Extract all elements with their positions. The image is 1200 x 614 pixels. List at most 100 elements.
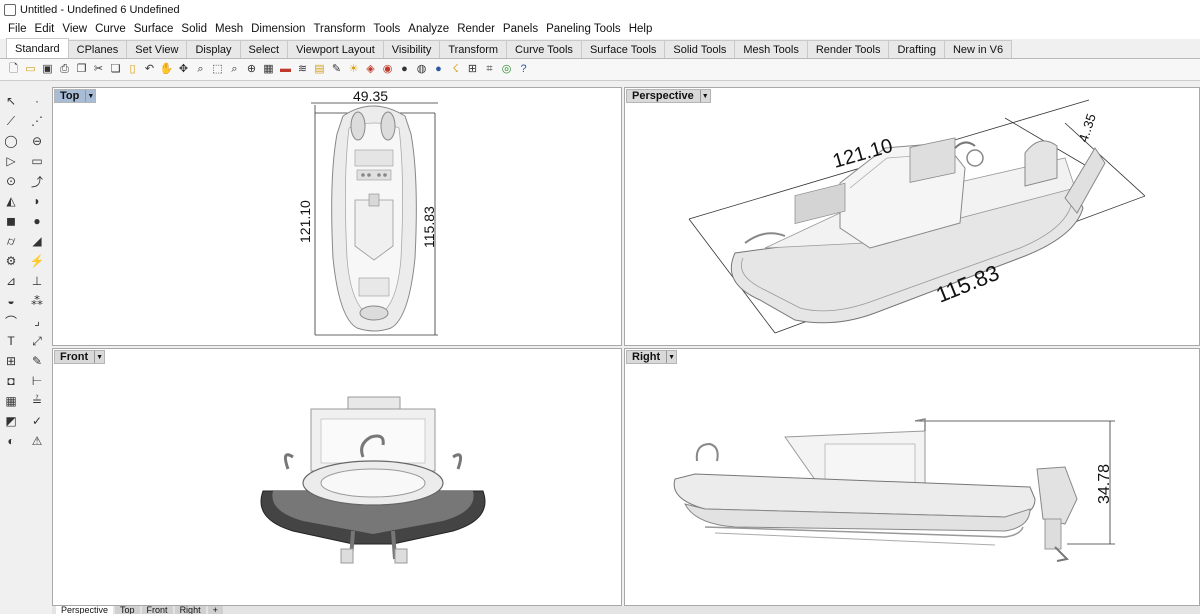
grid-icon[interactable]: ▦ [261,62,276,77]
text-icon[interactable]: T [2,332,20,350]
offset-icon[interactable]: ⌒ [2,312,20,330]
rotate-view-icon[interactable]: ✥ [176,62,191,77]
globe-icon[interactable]: ◎ [499,62,514,77]
menu-transform[interactable]: Transform [309,19,369,39]
import-icon[interactable]: ❐ [74,62,89,77]
paint-icon[interactable]: ✎ [329,62,344,77]
box-solid-icon[interactable]: ◼ [2,212,20,230]
tab-drafting[interactable]: Drafting [888,40,945,58]
bottom-tab-front[interactable]: Front [141,606,173,614]
menu-panels[interactable]: Panels [499,19,542,39]
free-curve-icon[interactable]: ⤴ [28,172,46,190]
mesh-icon[interactable]: ⚙ [2,252,20,270]
zoom-icon[interactable]: ⊕ [244,62,259,77]
car-icon[interactable]: ▬ [278,62,293,77]
menu-mesh[interactable]: Mesh [211,19,247,39]
tab-select[interactable]: Select [239,40,289,58]
tab-set-view[interactable]: Set View [126,40,188,58]
dimension-icon[interactable]: ⊢ [28,372,46,390]
tab-curve-tools[interactable]: Curve Tools [506,40,582,58]
layer-icon[interactable]: ≋ [295,62,310,77]
menu-solid[interactable]: Solid [177,19,211,39]
menu-view[interactable]: View [58,19,91,39]
select-arrow-icon[interactable]: ↖ [2,92,20,110]
viewport-right[interactable]: Right ▼ 34.78 [624,348,1200,606]
lock-icon[interactable]: ☇ [448,62,463,77]
fillet-icon[interactable]: ◒ [2,292,20,310]
point-icon[interactable]: · [28,92,46,110]
annotation-icon[interactable]: ≟ [28,392,46,410]
rectangle-icon[interactable]: ▭ [28,152,46,170]
tab-standard[interactable]: Standard [6,38,69,58]
boolean-icon[interactable]: ⊿ [2,272,20,290]
surface-edge-icon[interactable]: ◗ [28,192,46,210]
copy-icon[interactable]: ❏ [108,62,123,77]
edit-icon[interactable]: ✎ [28,352,46,370]
paste-icon[interactable]: ▯ [125,62,140,77]
bottom-tab-top[interactable]: Top [115,606,140,614]
viewport-perspective[interactable]: Perspective ▼ 121.10 115.83 4..35 [624,87,1200,346]
move-icon[interactable]: ⤢ [28,332,46,350]
blend-icon[interactable]: ⁂ [28,292,46,310]
undo-icon[interactable]: ↶ [142,62,157,77]
viewport-top[interactable]: Top ▼ 49.35 121.10 115.83 [52,87,622,346]
snap-icon[interactable]: ⊞ [465,62,480,77]
sphere-solid-icon[interactable]: ● [28,212,46,230]
add-viewport-tab-button[interactable]: + [207,606,223,614]
tab-render-tools[interactable]: Render Tools [806,40,890,58]
menu-edit[interactable]: Edit [31,19,59,39]
tab-mesh-tools[interactable]: Mesh Tools [734,40,808,58]
zoom-window-icon[interactable]: ⌕ [193,62,208,77]
named-view-icon[interactable]: ◩ [2,412,20,430]
grid-snap-icon[interactable]: ⌗ [482,62,497,77]
cut-icon[interactable]: ✂ [91,62,106,77]
tab-visibility[interactable]: Visibility [382,40,441,58]
viewport-front[interactable]: Front ▼ [52,348,622,606]
bottom-tab-right[interactable]: Right [174,606,206,614]
render-icon[interactable]: ● [431,62,446,77]
tab-new-in-v6[interactable]: New in V6 [943,40,1013,58]
polyline-icon[interactable]: ⟋ [2,112,20,130]
shaded-sphere-icon[interactable]: ◍ [414,62,429,77]
trim-icon[interactable]: ⊥ [28,272,46,290]
tab-transform[interactable]: Transform [439,40,508,58]
analyze-icon[interactable]: ◐ [2,432,20,450]
tab-surface-tools[interactable]: Surface Tools [580,40,666,58]
tab-display[interactable]: Display [186,40,241,58]
tab-solid-tools[interactable]: Solid Tools [664,40,736,58]
menu-surface[interactable]: Surface [130,19,178,39]
surface-corner-icon[interactable]: ◭ [2,192,20,210]
grid-array-icon[interactable]: ▦ [2,392,20,410]
material-icon[interactable]: ◈ [363,62,378,77]
properties-icon[interactable]: ▤ [312,62,327,77]
render-sphere-icon[interactable]: ● [397,62,412,77]
array-icon[interactable]: ⊞ [2,352,20,370]
menu-curve[interactable]: Curve [91,19,130,39]
render-preview-icon[interactable]: ⚠ [28,432,46,450]
ellipse-icon[interactable]: ⊖ [28,132,46,150]
menu-dimension[interactable]: Dimension [247,19,309,39]
cylinder-icon[interactable]: ⌭ [2,232,20,250]
check-icon[interactable]: ✓ [28,412,46,430]
pan-hand-icon[interactable]: ✋ [159,62,174,77]
bottom-tab-perspective[interactable]: Perspective [56,606,114,614]
menu-tools[interactable]: Tools [369,19,404,39]
zoom-selected-icon[interactable]: ⌕ [227,62,242,77]
group-icon[interactable]: ◘ [2,372,20,390]
menu-render[interactable]: Render [453,19,499,39]
split-icon[interactable]: ⚡ [28,252,46,270]
tab-cplanes[interactable]: CPlanes [67,40,128,58]
display-mode-icon[interactable]: ◉ [380,62,395,77]
menu-paneling-tools[interactable]: Paneling Tools [542,19,625,39]
zoom-extents-icon[interactable]: ⬚ [210,62,225,77]
menu-help[interactable]: Help [625,19,657,39]
new-file-icon[interactable]: 🗋 [6,62,21,77]
print-icon[interactable]: ⎙ [57,62,72,77]
arc-icon[interactable]: ▷ [2,152,20,170]
extrude-icon[interactable]: ◢ [28,232,46,250]
save-icon[interactable]: ▣ [40,62,55,77]
polygon-icon[interactable]: ⊙ [2,172,20,190]
light-bulb-icon[interactable]: ☀ [346,62,361,77]
help-icon[interactable]: ? [516,62,531,77]
tab-viewport-layout[interactable]: Viewport Layout [287,40,384,58]
